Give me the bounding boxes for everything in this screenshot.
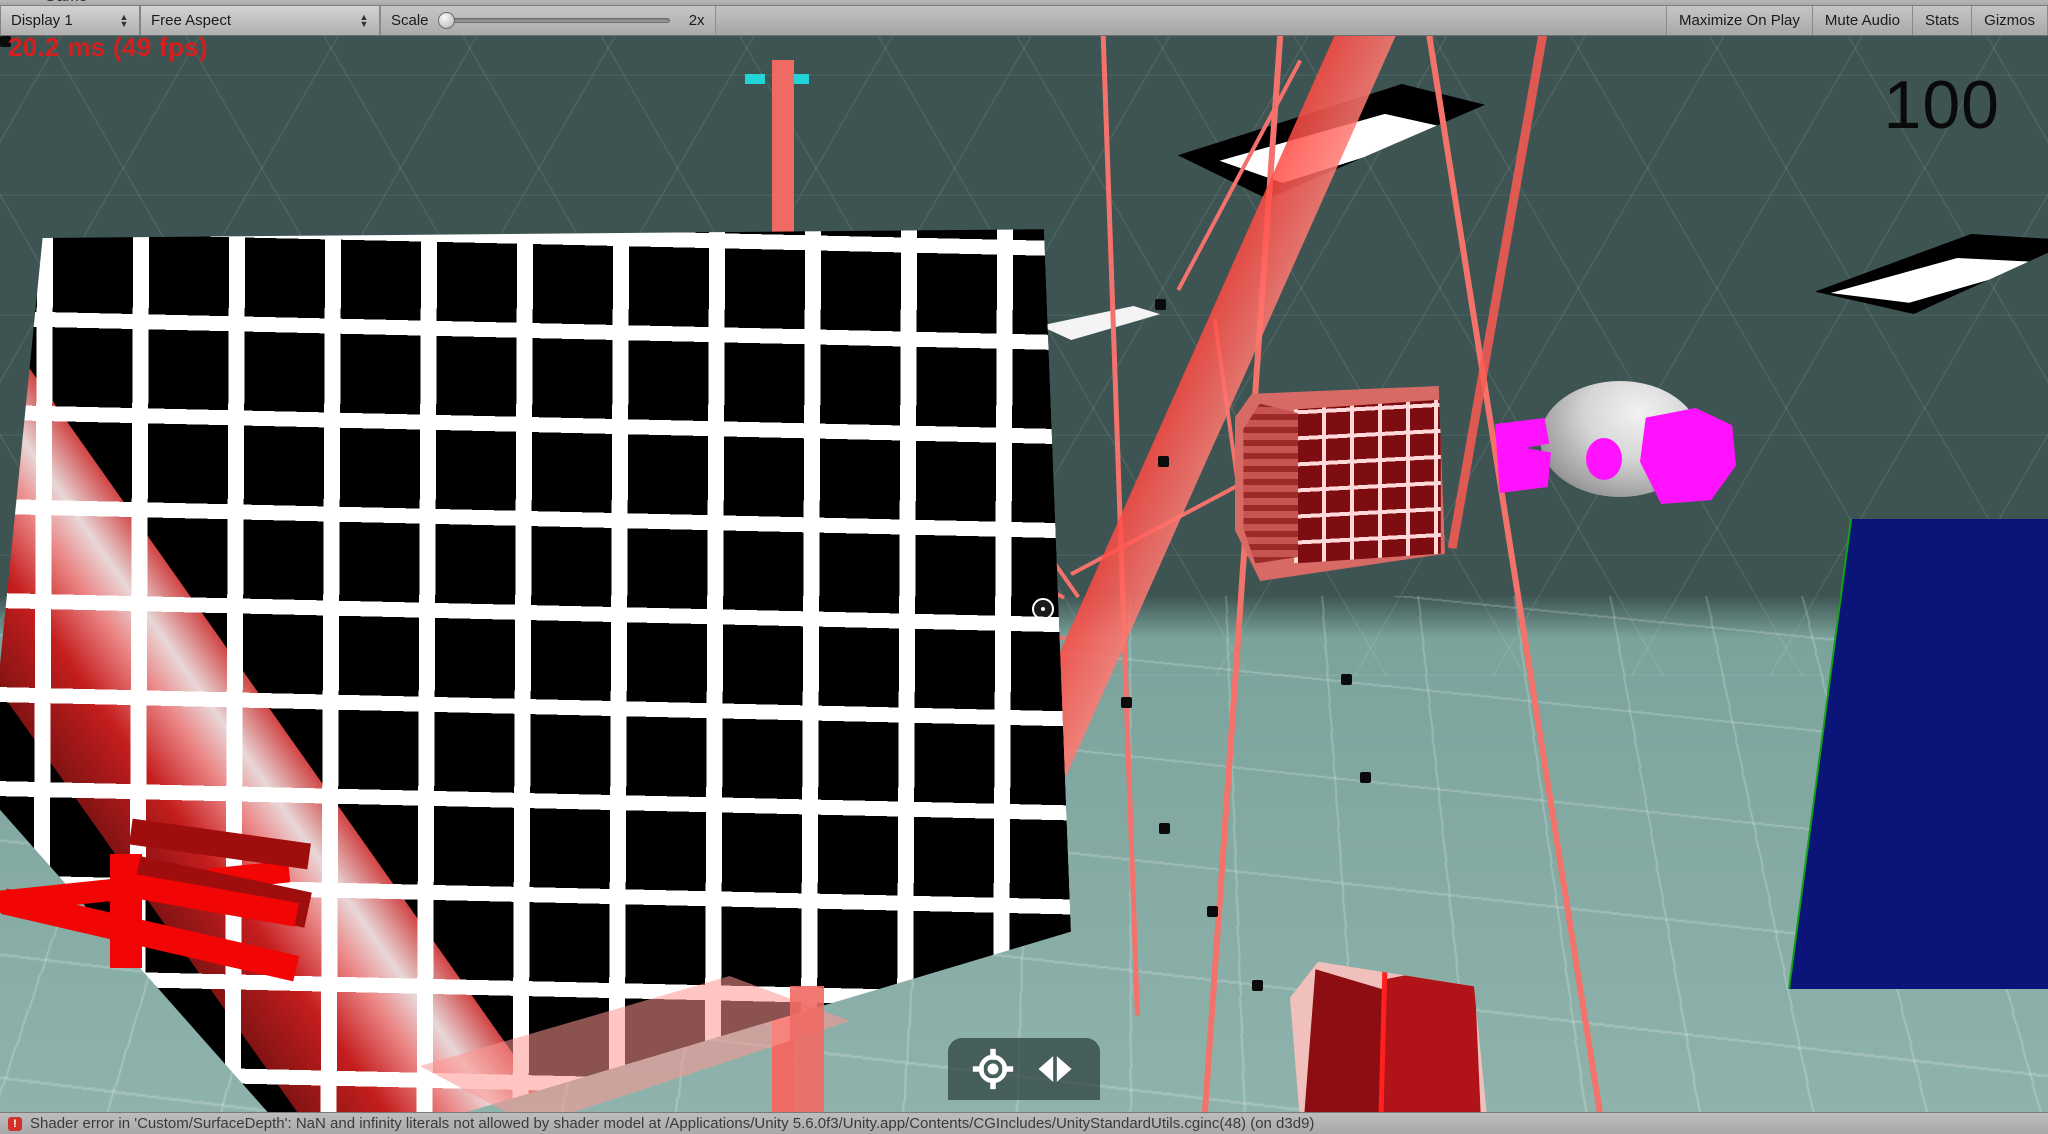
gizmos-button[interactable]: Gizmos [1971, 6, 2048, 35]
scale-control: Scale 2x [380, 6, 716, 35]
red-wire-cube [1235, 386, 1445, 581]
toolbar-right-group: Maximize On Play Mute Audio Stats Gizmos [1666, 6, 2048, 35]
cyan-marker-left [745, 74, 765, 84]
floor-cube-left-face [1302, 969, 1386, 1112]
reticle-center-pip [1041, 607, 1045, 611]
aspect-ratio-select[interactable]: Free Aspect ▲ ▼ [140, 6, 380, 35]
laser-node-dot [1252, 980, 1263, 991]
scale-value: 2x [688, 12, 705, 29]
laser-node-dot [1341, 674, 1352, 685]
status-bar[interactable]: Shader error in 'Custom/SurfaceDepth': N… [0, 1112, 2048, 1134]
mute-audio-button[interactable]: Mute Audio [1811, 6, 1912, 35]
game-view-toolbar: Display 1 ▲ ▼ Free Aspect ▲ ▼ Scale 2x Max… [0, 6, 2048, 36]
maximize-on-play-button[interactable]: Maximize On Play [1666, 6, 1812, 35]
laser-beam-bottom-vertical [790, 986, 824, 1112]
error-icon [8, 1116, 22, 1131]
display-select[interactable]: Display 1 ▲ ▼ [0, 6, 140, 35]
red-cube-side [1243, 403, 1298, 564]
scale-label: Scale [391, 12, 429, 29]
grid-wall-panel [0, 140, 1079, 1112]
crosshair-reticle [1032, 598, 1054, 620]
display-select-label: Display 1 [11, 12, 73, 29]
move-target-icon[interactable] [971, 1047, 1015, 1091]
unity-game-view-window: Game Display 1 ▲▼ Free Aspect ▲▼ Scale 2… [0, 0, 2048, 1134]
laser-node-dot [1158, 456, 1169, 467]
fps-overlay: 20.2 ms (49 fps) [8, 36, 208, 62]
laser-node-dot [1360, 772, 1371, 783]
laser-node-dot [1207, 906, 1218, 917]
aspect-ratio-label: Free Aspect [151, 12, 232, 29]
scale-slider[interactable] [437, 12, 670, 29]
hud-button-bar[interactable] [948, 1038, 1100, 1100]
chevron-updown-icon: ▲ ▼ [119, 11, 129, 29]
status-message: Shader error in 'Custom/SurfaceDepth': N… [30, 1115, 1315, 1132]
magenta-blob [1586, 438, 1622, 480]
scale-slider-track [447, 18, 670, 23]
left-right-arrows-icon[interactable] [1033, 1047, 1077, 1091]
laser-node-dot [1159, 823, 1170, 834]
chevron-updown-icon: ▲ ▼ [359, 11, 369, 29]
toolbar-left-group: Display 1 ▲ ▼ Free Aspect ▲ ▼ Scale 2x [0, 6, 716, 35]
red-cube-lattice [1293, 399, 1441, 564]
scale-slider-knob[interactable] [437, 12, 455, 29]
grid-wall-lattice-highlight [0, 140, 1079, 1112]
laser-node-dot [1121, 697, 1132, 708]
score-display: 100 [1883, 67, 2000, 143]
game-viewport[interactable]: 20.2 ms (49 fps) 100 [0, 36, 2048, 1112]
laser-node-dot [1155, 299, 1166, 310]
stats-button[interactable]: Stats [1911, 6, 1972, 35]
